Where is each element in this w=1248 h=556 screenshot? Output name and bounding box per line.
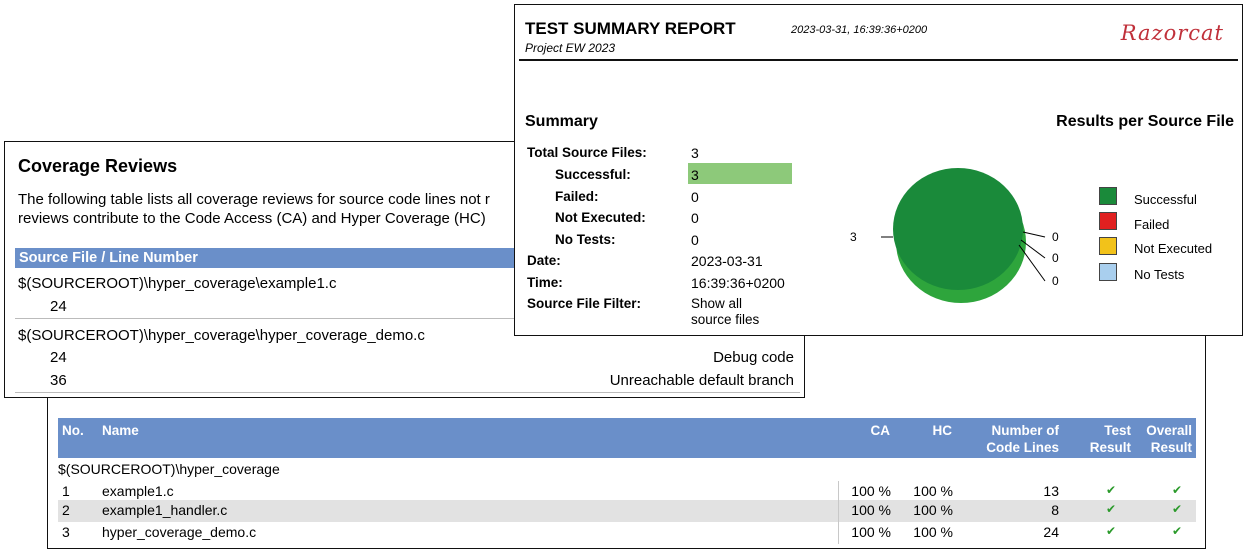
check-icon: ✔ bbox=[1105, 502, 1116, 516]
table-row[interactable]: 3 hyper_coverage_demo.c 100 % 100 % 24 ✔… bbox=[58, 522, 1196, 544]
legend-swatch-not-executed bbox=[1099, 237, 1117, 255]
review-line-number: 24 bbox=[50, 298, 67, 315]
col-overall-header: Overall Result bbox=[1146, 422, 1192, 456]
check-icon: ✔ bbox=[1105, 483, 1116, 497]
test-summary-report-panel: TEST SUMMARY REPORT Project EW 2023 2023… bbox=[514, 4, 1243, 336]
review-reason: Debug code bbox=[713, 349, 794, 366]
col-overall-header-1: Overall bbox=[1146, 423, 1192, 438]
legend-swatch-failed bbox=[1099, 212, 1117, 230]
description-line-1: The following table lists all coverage r… bbox=[18, 191, 490, 208]
legend-swatch-successful bbox=[1099, 187, 1117, 205]
row-name: example1.c bbox=[102, 483, 174, 499]
pie-label-1: 0 bbox=[1052, 230, 1059, 244]
col-test-header-2: Result bbox=[1089, 440, 1131, 455]
row-lines: 24 bbox=[1043, 524, 1059, 540]
review-line-number: 24 bbox=[50, 349, 67, 366]
row-lines: 8 bbox=[1051, 502, 1059, 518]
table-row[interactable]: 2 example1_handler.c 100 % 100 % 8 ✔ ✔ bbox=[58, 500, 1196, 522]
legend-failed: Failed bbox=[1134, 217, 1170, 232]
row-name: example1_handler.c bbox=[102, 502, 228, 518]
col-name-header: Name bbox=[102, 423, 139, 438]
legend-swatch-no-tests bbox=[1099, 263, 1117, 281]
pie-leader-line-3 bbox=[1018, 244, 1046, 282]
row-no: 1 bbox=[62, 483, 70, 499]
legend-successful: Successful bbox=[1134, 192, 1197, 207]
review-reason: Unreachable default branch bbox=[609, 372, 794, 389]
col-lines-header-2: Code Lines bbox=[986, 440, 1059, 455]
col-lines-header: Number of Code Lines bbox=[986, 422, 1059, 456]
row-divider bbox=[15, 392, 800, 393]
check-icon: ✔ bbox=[1171, 483, 1182, 497]
row-ca: 100 % bbox=[851, 524, 891, 540]
row-hc: 100 % bbox=[913, 483, 953, 499]
col-test-header-1: Test bbox=[1104, 423, 1131, 438]
review-file: $(SOURCEROOT)\hyper_coverage\hyper_cover… bbox=[18, 327, 425, 344]
row-name: hyper_coverage_demo.c bbox=[102, 524, 257, 540]
group-row: $(SOURCEROOT)\hyper_coverage bbox=[58, 461, 280, 477]
column-divider bbox=[838, 500, 839, 522]
col-hc-header: HC bbox=[932, 423, 953, 438]
col-test-header: Test Result bbox=[1090, 422, 1131, 456]
pie-label-0: 3 bbox=[850, 230, 857, 244]
coverage-reviews-title: Coverage Reviews bbox=[18, 156, 178, 176]
review-file: $(SOURCEROOT)\hyper_coverage\example1.c bbox=[18, 275, 337, 292]
row-no: 3 bbox=[62, 524, 70, 540]
row-ca: 100 % bbox=[851, 502, 891, 518]
col-overall-header-2: Result bbox=[1150, 440, 1192, 455]
legend-not-executed: Not Executed bbox=[1134, 241, 1213, 256]
row-ca: 100 % bbox=[851, 483, 891, 499]
results-pie-chart: 3 0 0 0 bbox=[850, 168, 1059, 303]
check-icon: ✔ bbox=[1171, 502, 1182, 516]
pie-slice-0 bbox=[893, 168, 1023, 290]
description-line-2: reviews contribute to the Code Access (C… bbox=[18, 210, 486, 227]
table-header: No. Name CA HC Number of Code Lines Test… bbox=[58, 418, 1196, 458]
col-lines-header-1: Number of bbox=[991, 423, 1060, 438]
review-line-number: 36 bbox=[50, 372, 67, 389]
row-no: 2 bbox=[62, 502, 70, 518]
col-no-header: No. bbox=[62, 423, 84, 438]
pie-label-3: 0 bbox=[1052, 274, 1059, 288]
row-hc: 100 % bbox=[913, 524, 953, 540]
column-divider bbox=[838, 522, 839, 544]
row-lines: 13 bbox=[1043, 483, 1059, 499]
check-icon: ✔ bbox=[1105, 524, 1116, 538]
check-icon: ✔ bbox=[1171, 524, 1182, 538]
coverage-reviews-description: The following table lists all coverage r… bbox=[18, 190, 490, 228]
col-ca-header: CA bbox=[870, 423, 891, 438]
pie-leader-line-1 bbox=[1022, 231, 1046, 238]
row-hc: 100 % bbox=[913, 502, 953, 518]
pie-label-2: 0 bbox=[1052, 251, 1059, 265]
legend-no-tests: No Tests bbox=[1134, 267, 1185, 282]
